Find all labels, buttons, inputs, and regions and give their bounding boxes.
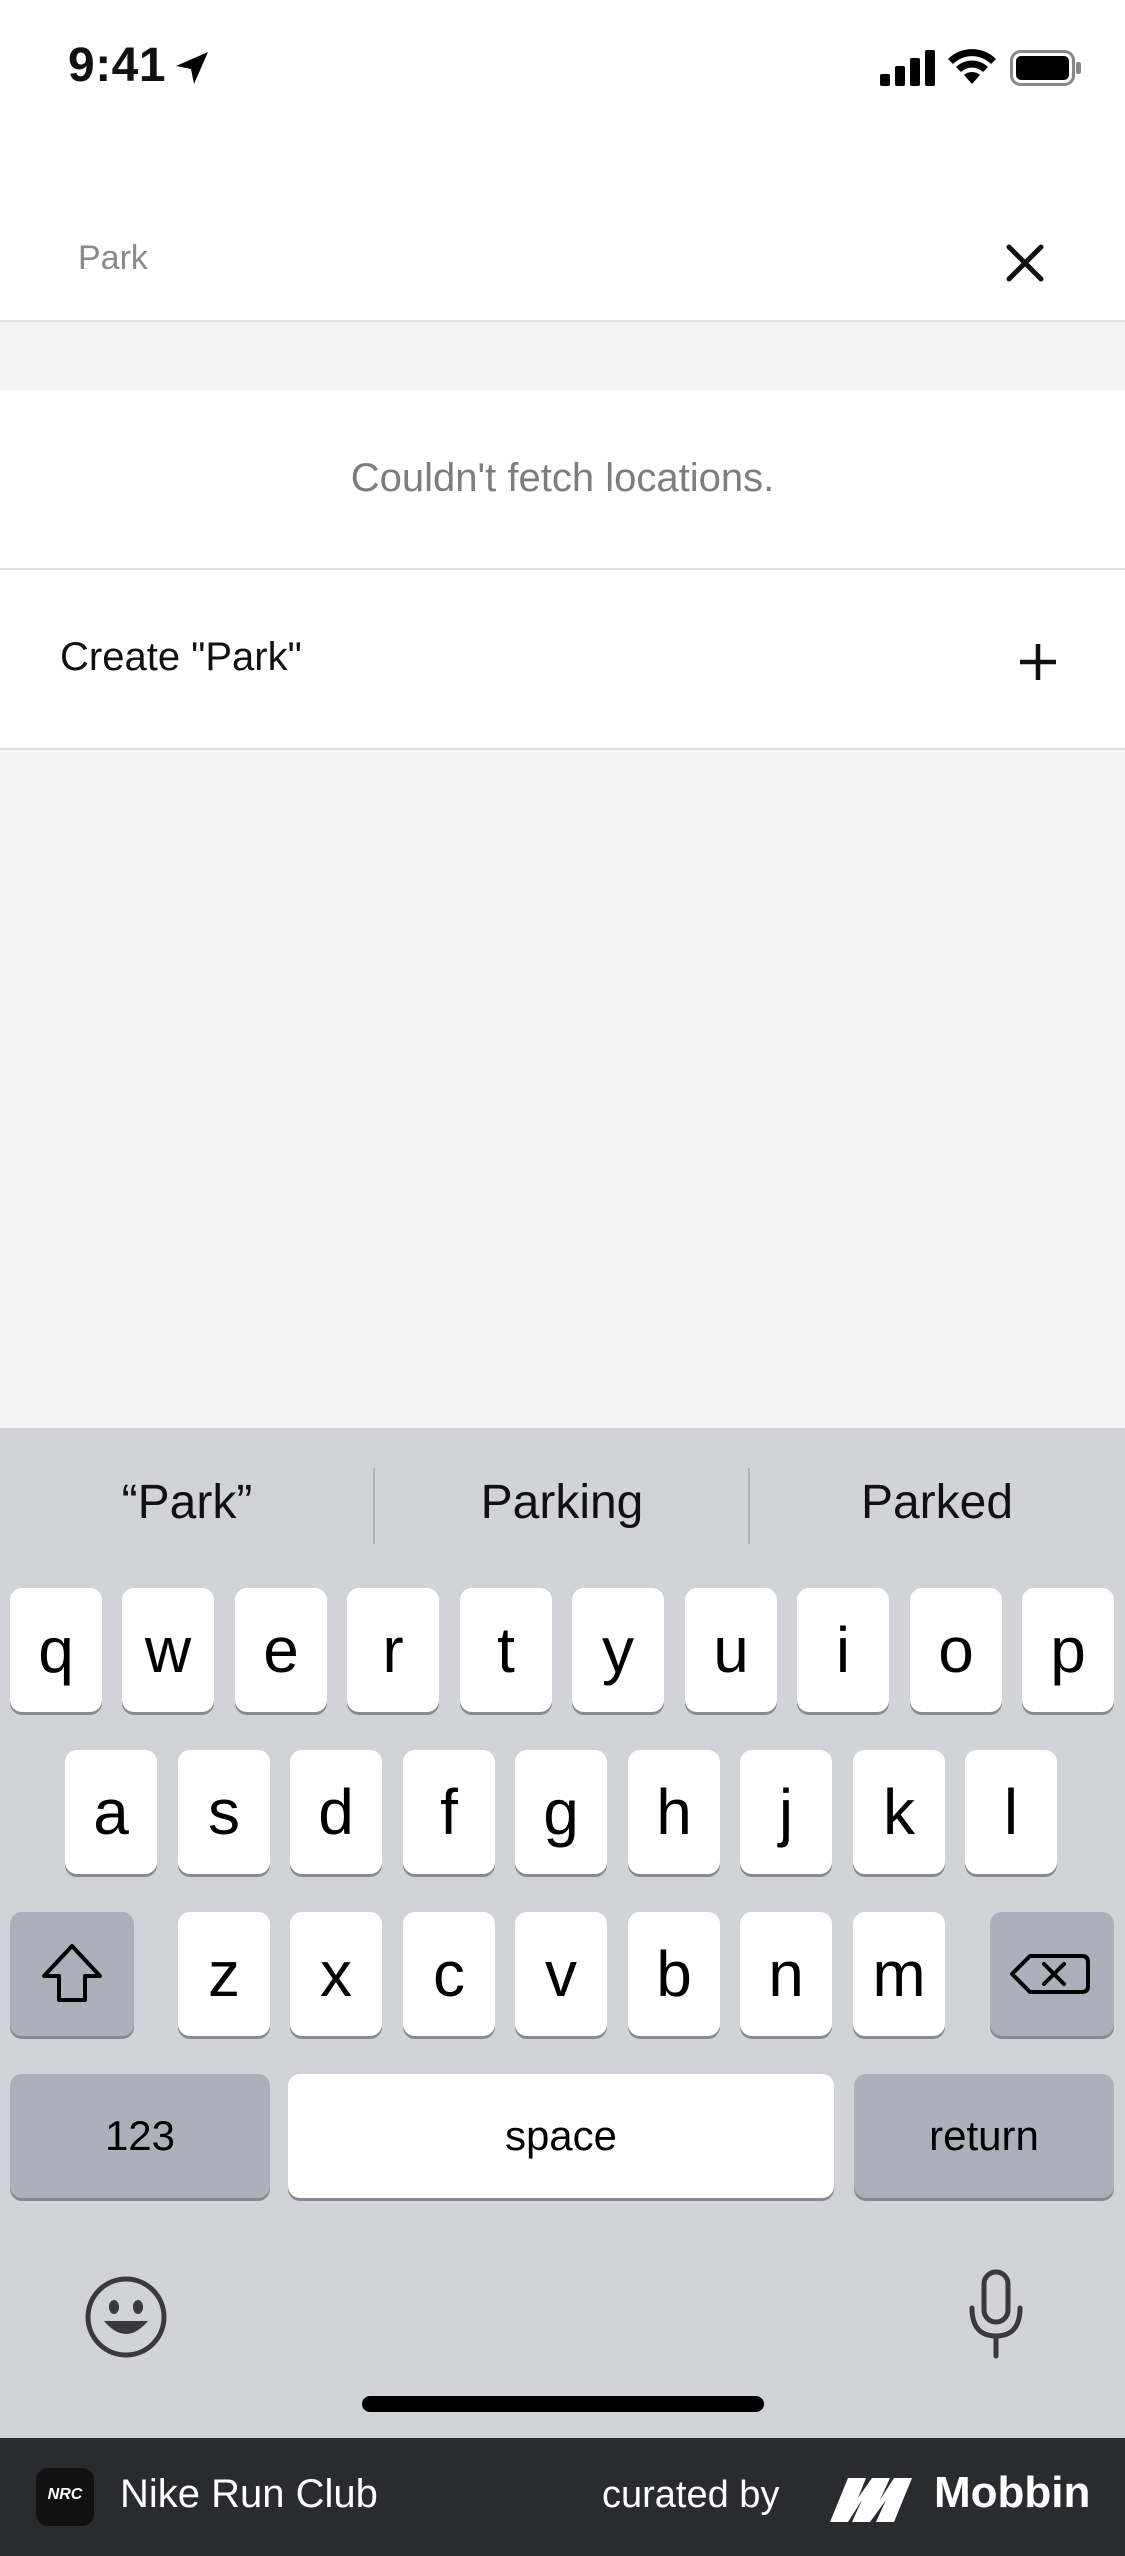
- backspace-icon: [1010, 1954, 1090, 1994]
- key-s[interactable]: s: [178, 1750, 270, 1874]
- key-f[interactable]: f: [403, 1750, 495, 1874]
- emoji-icon[interactable]: [84, 2275, 168, 2359]
- key-i[interactable]: i: [797, 1588, 889, 1712]
- wifi-icon: [948, 49, 996, 84]
- key-n[interactable]: n: [740, 1912, 832, 2036]
- close-icon[interactable]: [996, 234, 1054, 292]
- key-r[interactable]: r: [347, 1588, 439, 1712]
- key-b[interactable]: b: [628, 1912, 720, 2036]
- key-q[interactable]: q: [10, 1588, 102, 1712]
- app-logo: NRC: [36, 2468, 94, 2526]
- mobbin-footer: NRC Nike Run Club curated by Mobbin: [0, 2438, 1125, 2556]
- status-time: 9:41: [68, 39, 167, 92]
- create-location-button[interactable]: Create "Park": [0, 570, 1125, 750]
- key-e[interactable]: e: [235, 1588, 327, 1712]
- search-header: [0, 190, 1125, 322]
- search-input[interactable]: [78, 230, 938, 286]
- key-x[interactable]: x: [290, 1912, 382, 2036]
- plus-icon[interactable]: [1016, 640, 1060, 684]
- predictive-bar: “Park” Parking Parked: [0, 1428, 1125, 1578]
- key-z[interactable]: z: [178, 1912, 270, 2036]
- error-message: Couldn't fetch locations.: [350, 456, 775, 500]
- key-h[interactable]: h: [628, 1750, 720, 1874]
- key-c[interactable]: c: [403, 1912, 495, 2036]
- home-indicator: [362, 2396, 764, 2412]
- app-name: Nike Run Club: [120, 2472, 378, 2516]
- mobbin-logo-icon: [830, 2478, 912, 2522]
- key-m[interactable]: m: [853, 1912, 945, 2036]
- key-w[interactable]: w: [122, 1588, 214, 1712]
- shift-key[interactable]: [10, 1912, 134, 2036]
- status-bar: 9:41: [0, 0, 1125, 140]
- key-t[interactable]: t: [460, 1588, 552, 1712]
- app-logo-text: NRC: [47, 2486, 83, 2503]
- create-location-label: Create "Park": [60, 635, 302, 679]
- key-v[interactable]: v: [515, 1912, 607, 2036]
- key-p[interactable]: p: [1022, 1588, 1114, 1712]
- microphone-icon[interactable]: [966, 2268, 1026, 2362]
- key-u[interactable]: u: [685, 1588, 777, 1712]
- numbers-key[interactable]: 123: [10, 2074, 270, 2198]
- key-a[interactable]: a: [65, 1750, 157, 1874]
- suggestion-3[interactable]: Parked: [750, 1468, 1124, 1538]
- mobbin-brand: Mobbin: [934, 2468, 1091, 2517]
- key-j[interactable]: j: [740, 1750, 832, 1874]
- key-y[interactable]: y: [572, 1588, 664, 1712]
- location-arrow-icon: [176, 52, 208, 84]
- return-key[interactable]: return: [854, 2074, 1114, 2198]
- suggestion-2[interactable]: Parking: [375, 1468, 749, 1538]
- shift-icon: [42, 1944, 102, 2002]
- space-key[interactable]: space: [288, 2074, 834, 2198]
- battery-icon: [1010, 50, 1081, 86]
- keyboard: “Park” Parking Parked q w e r t y u i o …: [0, 1428, 1125, 2438]
- suggestion-1[interactable]: “Park”: [0, 1468, 374, 1538]
- key-o[interactable]: o: [910, 1588, 1002, 1712]
- key-l[interactable]: l: [965, 1750, 1057, 1874]
- key-g[interactable]: g: [515, 1750, 607, 1874]
- key-k[interactable]: k: [853, 1750, 945, 1874]
- curated-by-label: curated by: [602, 2474, 780, 2516]
- key-d[interactable]: d: [290, 1750, 382, 1874]
- cellular-signal-icon: [880, 50, 935, 86]
- error-row: Couldn't fetch locations.: [0, 390, 1125, 570]
- delete-key[interactable]: [990, 1912, 1114, 2036]
